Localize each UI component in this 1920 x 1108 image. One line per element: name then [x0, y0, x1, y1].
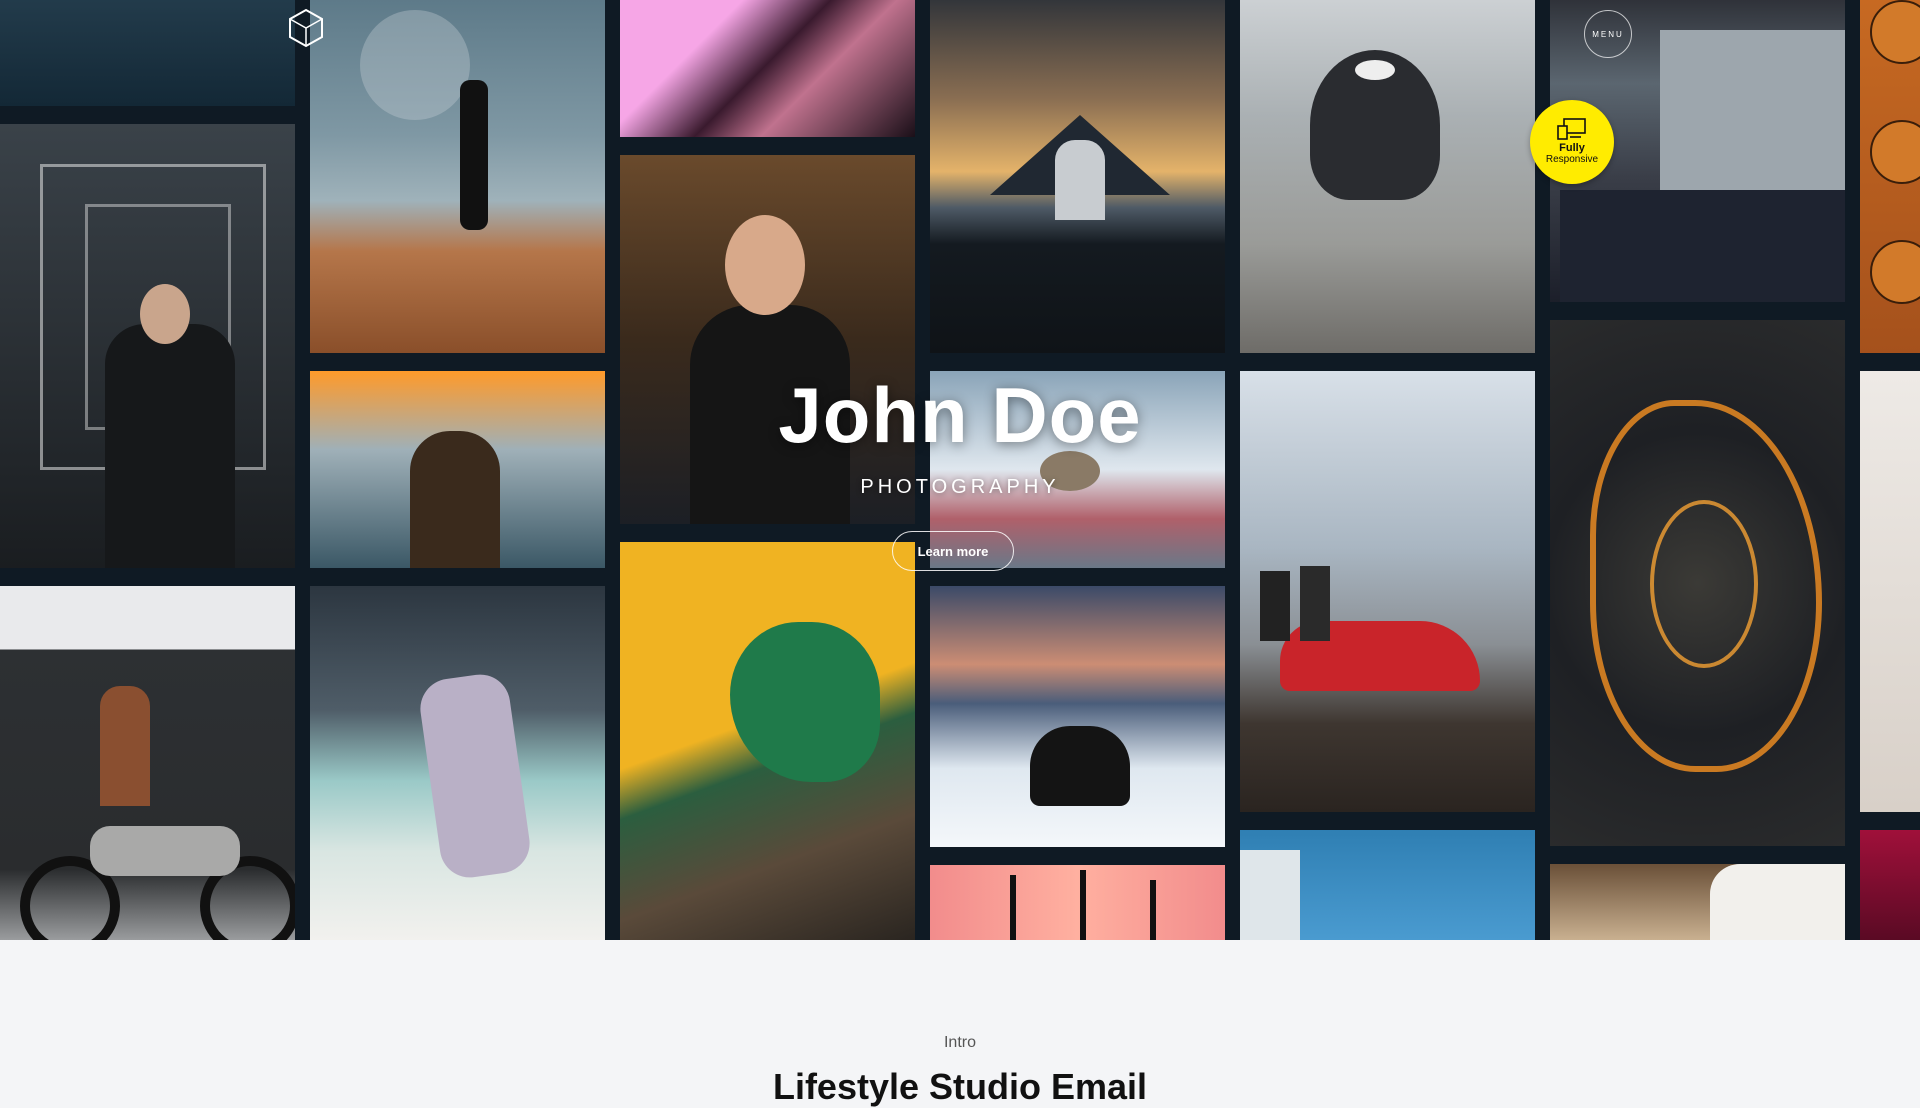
badge-line1: Fully	[1559, 142, 1585, 154]
photo-tile-man-on-dune-with-moon[interactable]	[310, 0, 605, 353]
photo-tile-room-interior[interactable]	[1550, 864, 1845, 940]
photo-tile-chair-with-leaf[interactable]	[620, 542, 915, 940]
badge-line2: Responsive	[1545, 154, 1599, 165]
hero-subtitle: PHOTOGRAPHY	[860, 476, 1060, 498]
menu-button[interactable]: MENU	[1584, 10, 1632, 58]
photo-tile-magenta-abstract[interactable]	[1860, 830, 1920, 940]
photo-tile-motorcyclist[interactable]	[0, 586, 295, 940]
photo-tile-dog-in-snow[interactable]	[930, 586, 1225, 847]
devices-icon	[1557, 118, 1586, 140]
photo-tile-palm-trees[interactable]	[930, 865, 1225, 940]
hexagon-logo-icon[interactable]	[288, 8, 324, 48]
hero-section: MENU Fully Responsive John Doe PHOTOGRAP…	[0, 0, 1920, 940]
photo-tile-pink-building[interactable]	[620, 0, 915, 137]
photo-tile-basketballs[interactable]	[1860, 0, 1920, 353]
learn-more-button[interactable]: Learn more	[892, 531, 1014, 571]
photo-tile-woman-with-sunglasses[interactable]	[620, 155, 915, 524]
photo-tile-woman-on-beach[interactable]	[310, 586, 605, 940]
photo-tile-sneakers[interactable]	[0, 0, 295, 106]
photo-tile-building-sky[interactable]	[1240, 830, 1535, 940]
hero-title: John Doe	[778, 371, 1142, 459]
photo-tile-man-facing-mountain[interactable]	[930, 0, 1225, 353]
intro-label: Intro	[943, 1034, 976, 1051]
photo-tile-dog-on-road[interactable]	[1240, 0, 1535, 353]
intro-heading: Lifestyle Studio Email	[772, 1066, 1148, 1107]
photo-tile-man-in-light-tunnel[interactable]	[0, 124, 295, 568]
fully-responsive-badge[interactable]: Fully Responsive	[1530, 100, 1614, 184]
